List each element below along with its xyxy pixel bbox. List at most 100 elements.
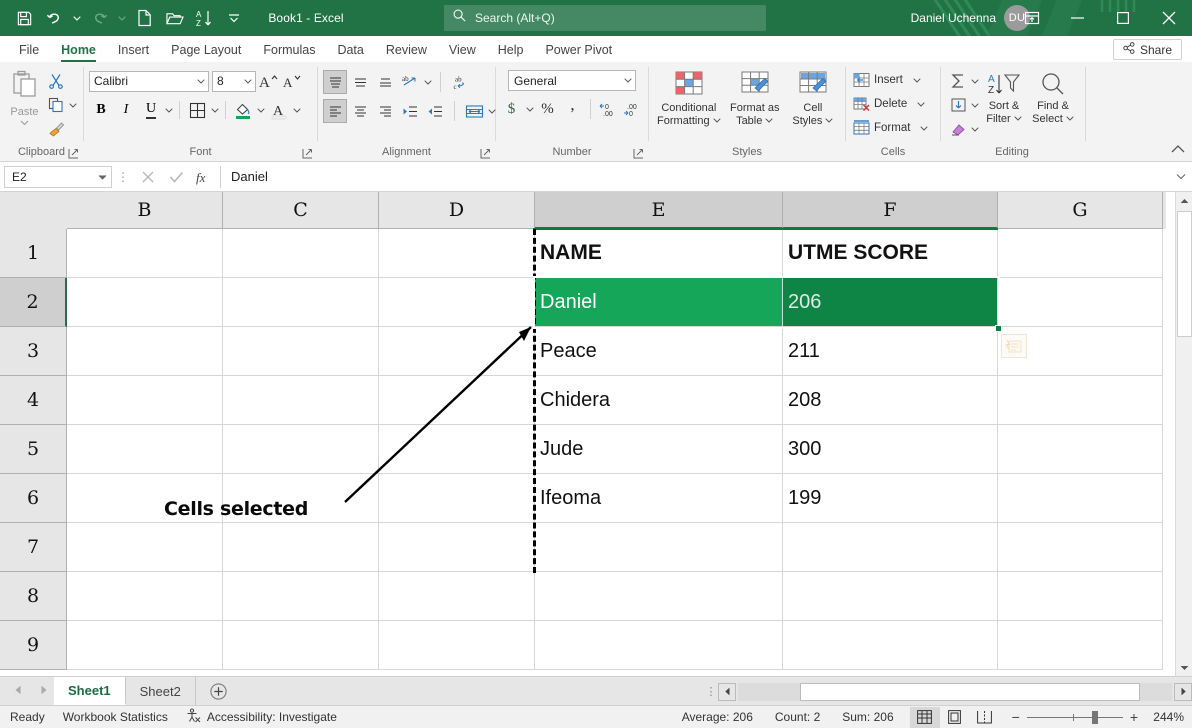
cell-g5[interactable] <box>998 425 1163 474</box>
font-dialog-launcher[interactable] <box>301 148 313 160</box>
next-sheet-icon[interactable] <box>40 682 48 700</box>
page-layout-icon[interactable] <box>940 707 970 728</box>
number-dialog-launcher[interactable] <box>632 148 644 160</box>
share-button[interactable]: Share <box>1113 39 1182 60</box>
page-break-preview-icon[interactable] <box>970 707 1000 728</box>
increase-font-size-button[interactable]: A <box>256 69 280 93</box>
zoom-thumb[interactable] <box>1092 711 1098 724</box>
alignment-dialog-launcher[interactable] <box>479 148 491 160</box>
column-header-f[interactable]: F <box>783 192 998 229</box>
sheet-tab-sheet1[interactable]: Sheet1 <box>54 677 126 705</box>
accounting-format-button[interactable]: $ <box>500 97 524 121</box>
cell-c2[interactable] <box>223 278 379 327</box>
conditional-formatting-button[interactable]: Conditional Formatting <box>654 67 724 127</box>
fx-icon[interactable]: fx <box>190 165 218 189</box>
cell-e3[interactable]: Peace <box>535 327 783 376</box>
vertical-scrollbar[interactable] <box>1175 192 1192 676</box>
column-header-e[interactable]: E <box>535 192 783 229</box>
delete-cells-button[interactable]: Delete <box>851 92 927 116</box>
undo-icon[interactable] <box>40 5 68 31</box>
align-bottom-button[interactable] <box>373 70 397 94</box>
cell-e2[interactable]: Daniel <box>535 278 783 327</box>
tab-insert[interactable]: Insert <box>107 38 160 62</box>
cut-button[interactable] <box>44 69 68 93</box>
row-header-3[interactable]: 3 <box>0 327 67 376</box>
open-folder-icon[interactable] <box>160 5 188 31</box>
font-color-button[interactable]: A <box>267 98 291 122</box>
cell-b8[interactable] <box>67 572 223 621</box>
workbook-statistics[interactable]: Workbook Statistics <box>63 710 168 724</box>
tab-file[interactable]: File <box>8 38 50 62</box>
zoom-slider[interactable]: − + <box>1000 709 1146 725</box>
decrease-font-size-button[interactable]: A <box>280 69 304 93</box>
cell-c1[interactable] <box>223 229 379 278</box>
align-center-button[interactable] <box>348 99 372 123</box>
row-header-8[interactable]: 8 <box>0 572 67 621</box>
save-icon[interactable] <box>10 5 38 31</box>
tab-data[interactable]: Data <box>326 38 374 62</box>
previous-sheet-icon[interactable] <box>14 682 22 700</box>
cell-c7[interactable] <box>223 523 379 572</box>
autosum-dropdown-icon[interactable] <box>970 79 980 84</box>
status-sum[interactable]: Sum: 206 <box>831 710 909 724</box>
tab-review[interactable]: Review <box>375 38 438 62</box>
increase-decimal-button[interactable]: 0.00 <box>596 97 620 121</box>
normal-view-icon[interactable] <box>910 707 940 728</box>
comma-format-button[interactable]: , <box>561 97 585 121</box>
cell-f1[interactable]: UTME SCORE <box>783 229 998 278</box>
cell-g9[interactable] <box>998 621 1163 670</box>
cell-d8[interactable] <box>379 572 535 621</box>
cell-e9[interactable] <box>535 621 783 670</box>
close-button[interactable] <box>1146 0 1192 36</box>
clipboard-dialog-launcher[interactable] <box>67 148 79 160</box>
tab-formulas[interactable]: Formulas <box>252 38 326 62</box>
number-format-select[interactable]: General <box>508 70 636 91</box>
underline-button[interactable]: U <box>139 98 163 122</box>
fill-color-dropdown-icon[interactable] <box>256 108 266 113</box>
clear-button[interactable] <box>946 117 970 141</box>
cell-g1[interactable] <box>998 229 1163 278</box>
cell-d9[interactable] <box>379 621 535 670</box>
horizontal-scrollbar[interactable]: ⋮ <box>704 680 1192 703</box>
row-header-5[interactable]: 5 <box>0 425 67 474</box>
format-dropdown-icon[interactable] <box>920 122 928 134</box>
maximize-button[interactable] <box>1100 0 1146 36</box>
cell-g7[interactable] <box>998 523 1163 572</box>
fill-handle[interactable] <box>995 325 1002 332</box>
percent-format-button[interactable]: % <box>536 97 560 121</box>
cell-e4[interactable]: Chidera <box>535 376 783 425</box>
insert-cells-button[interactable]: Insert <box>851 68 923 92</box>
customize-quick-access-icon[interactable] <box>220 5 248 31</box>
sheet-tab-sheet2[interactable]: Sheet2 <box>126 677 196 705</box>
cell-g2[interactable] <box>998 278 1163 327</box>
cell-g4[interactable] <box>998 376 1163 425</box>
cell-c4[interactable] <box>223 376 379 425</box>
collapse-ribbon-button[interactable] <box>1170 141 1186 159</box>
decrease-decimal-button[interactable]: .000 <box>621 97 645 121</box>
accounting-dropdown-icon[interactable] <box>525 107 535 112</box>
cell-b4[interactable] <box>67 376 223 425</box>
accessibility-status[interactable]: Accessibility: Investigate <box>186 708 337 726</box>
paste-options-icon[interactable] <box>1001 334 1027 358</box>
cell-d6[interactable] <box>379 474 535 523</box>
align-left-button[interactable] <box>323 99 347 123</box>
orientation-button[interactable]: ab <box>398 70 422 94</box>
scroll-down-arrow[interactable] <box>1176 659 1192 676</box>
font-name-input[interactable]: Calibri <box>89 71 209 92</box>
ribbon-display-options-icon[interactable] <box>1010 0 1054 36</box>
tab-page-layout[interactable]: Page Layout <box>160 38 252 62</box>
cell-e7[interactable] <box>535 523 783 572</box>
search-input[interactable]: Search (Alt+Q) <box>444 5 766 31</box>
status-count[interactable]: Count: 2 <box>764 710 831 724</box>
cell-f6[interactable]: 199 <box>783 474 998 523</box>
format-as-table-button[interactable]: Format as Table <box>725 67 785 127</box>
new-file-icon[interactable] <box>130 5 158 31</box>
cell-b5[interactable] <box>67 425 223 474</box>
column-header-d[interactable]: D <box>379 192 535 229</box>
cell-g6[interactable] <box>998 474 1163 523</box>
minimize-button[interactable] <box>1054 0 1100 36</box>
zoom-level[interactable]: 244% <box>1146 710 1184 724</box>
align-top-button[interactable] <box>323 70 347 94</box>
increase-indent-button[interactable] <box>423 99 447 123</box>
formula-input[interactable]: Daniel <box>220 166 1170 188</box>
